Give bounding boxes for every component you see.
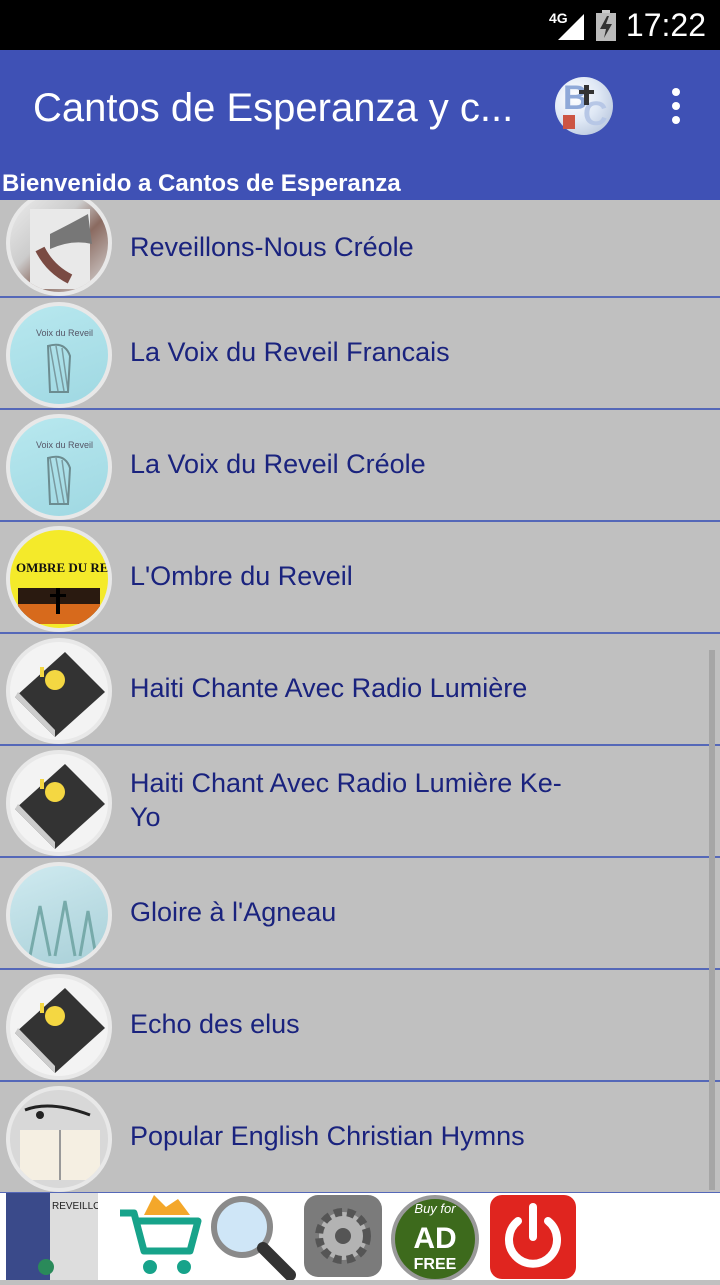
list-item[interactable]: OMBRE DU REVEIL L'Ombre du Reveil [0,522,720,634]
harp-cover-image: Voix du Reveil [6,302,112,408]
list-item-label: La Voix du Reveil Francais [130,337,450,368]
list-item[interactable]: Gloire à l'Agneau [0,858,720,970]
app-title: Cantos de Esperanza y c... [33,86,514,130]
search-icon[interactable] [206,1193,296,1281]
list-item-label: Popular English Christian Hymns [130,1121,525,1152]
clock: 17:22 [625,7,706,43]
list-item-label: Gloire à l'Agneau [130,897,337,928]
ombre-cover-image: OMBRE DU REVEIL [6,526,112,632]
settings-gear-icon[interactable] [302,1193,390,1280]
harp-cover-image: Voix du Reveil [6,414,112,520]
list-item[interactable]: Haiti Chante Avec Radio Lumière [0,634,720,746]
list-item[interactable]: Reveillons-Nous Créole [0,200,720,298]
ad-label: AD [413,1222,456,1255]
battery-icon [596,10,616,41]
free-label: FREE [414,1256,457,1273]
app-logo-icon[interactable]: B C [555,77,613,135]
hymnal-image [6,1086,112,1192]
buy-ad-free-icon[interactable]: Buy for AD FREE [390,1193,479,1283]
home-app-icon[interactable]: REVEILLONS Nous [6,1193,141,1280]
thumb-text: Voix du Reveil [36,328,93,338]
cross-icon [579,85,594,105]
songbook-list[interactable]: Reveillons-Nous Créole Voix du Reveil La… [0,200,720,1193]
status-bar: 4G 17:22 [0,0,720,50]
list-item[interactable]: Echo des elus [0,970,720,1082]
list-item-label: Reveillons-Nous Créole [130,232,414,263]
trumpet-image [6,200,112,296]
overflow-menu-icon[interactable] [664,86,688,126]
bible-icon [6,974,112,1080]
home-icon-text: REVEILLONS Nous [52,1201,98,1212]
bible-icon [6,638,112,744]
app-bar: Cantos de Esperanza y c... B C [0,50,720,167]
book-icon [563,115,575,129]
list-item-label: Haiti Chant Avec Radio Lumière Ke-Yo [130,768,562,832]
list-item-label: La Voix du Reveil Créole [130,449,426,480]
shop-cart-icon[interactable] [116,1193,204,1280]
thumb-text: Voix du Reveil [36,440,93,450]
bible-icon [6,750,112,856]
thumb-text: OMBRE DU REVEIL [16,560,108,575]
gloire-cover-image [6,862,112,968]
list-item-label: Haiti Chante Avec Radio Lumière [130,673,528,704]
list-item[interactable]: Voix du Reveil La Voix du Reveil Francai… [0,298,720,410]
power-exit-icon[interactable] [488,1193,576,1280]
list-item[interactable]: Voix du Reveil La Voix du Reveil Créole [0,410,720,522]
list-item-label: L'Ombre du Reveil [130,561,353,592]
buy-label: Buy for [414,1201,456,1216]
list-item[interactable]: Popular English Christian Hymns [0,1082,720,1193]
signal-icon [558,14,584,40]
list-scrollbar[interactable] [709,650,715,1190]
bottom-toolbar: REVEILLONS Nous Buy for ADFREE [0,1193,720,1283]
list-item[interactable]: Haiti Chant Avec Radio Lumière Ke-Yo [0,746,720,858]
welcome-banner: Bienvenido a Cantos de Esperanza [0,167,720,200]
list-item-label: Echo des elus [130,1009,300,1040]
